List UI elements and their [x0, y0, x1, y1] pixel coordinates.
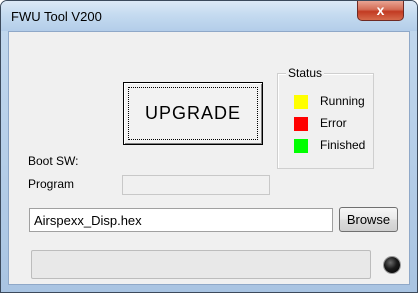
status-label-finished: Finished — [320, 138, 366, 152]
status-legend: Status — [286, 66, 325, 80]
browse-button[interactable]: Browse — [339, 207, 398, 232]
client-area: UPGRADE Status Running Error Finished Bo… — [8, 31, 410, 285]
error-swatch — [294, 117, 308, 131]
title-bar: FWU Tool V200 x — [1, 1, 417, 31]
window-title: FWU Tool V200 — [11, 9, 102, 24]
close-icon: x — [376, 2, 385, 18]
status-item-finished: Finished — [294, 138, 374, 153]
status-label-running: Running — [320, 94, 365, 108]
focus-rectangle — [128, 87, 258, 140]
status-item-running: Running — [294, 94, 374, 109]
finished-swatch — [294, 139, 308, 153]
status-label-error: Error — [320, 116, 347, 130]
led-indicator-icon — [384, 257, 400, 273]
boot-sw-label: Boot SW: — [28, 154, 79, 168]
progress-bar — [31, 250, 371, 279]
status-item-error: Error — [294, 116, 374, 131]
program-label: Program — [28, 177, 75, 191]
running-swatch — [294, 95, 308, 109]
close-button[interactable]: x — [357, 1, 404, 21]
program-field — [122, 175, 270, 195]
upgrade-button[interactable]: UPGRADE — [123, 82, 263, 145]
app-window: FWU Tool V200 x UPGRADE Status Running E… — [0, 0, 418, 293]
file-path-input[interactable] — [29, 208, 333, 232]
